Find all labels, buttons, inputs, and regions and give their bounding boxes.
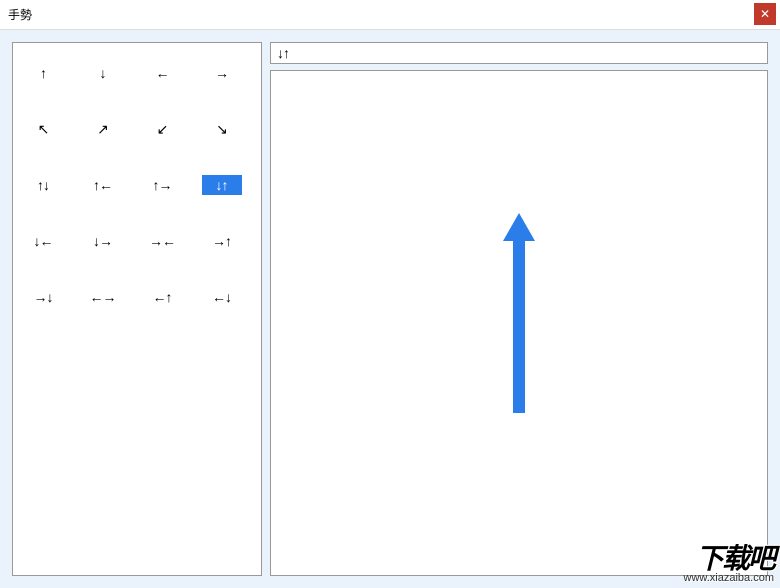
gesture-down-right[interactable]: ↘ — [202, 119, 242, 139]
gesture-down[interactable]: ↓ — [83, 63, 123, 83]
gesture-down-up[interactable]: ↓↑ — [202, 175, 242, 195]
gesture-down-left2[interactable]: ↓← — [23, 231, 63, 251]
preview-arrow-icon — [489, 213, 549, 413]
gesture-left-down[interactable]: ←↓ — [202, 287, 242, 307]
gesture-down-right2[interactable]: ↓→ — [83, 231, 123, 251]
titlebar: 手勢 ✕ — [0, 0, 780, 30]
gesture-right[interactable]: → — [202, 63, 242, 83]
content-area: ↑↓←→↖↗↙↘↑↓↑←↑→↓↑↓←↓→→←→↑→↓←→←↑←↓ ↓↑ — [0, 30, 780, 588]
close-icon: ✕ — [760, 8, 770, 20]
gesture-right-down[interactable]: →↓ — [23, 287, 63, 307]
selected-gesture-label: ↓↑ — [270, 42, 768, 64]
gesture-up-right[interactable]: ↗ — [83, 119, 123, 139]
gesture-up-down[interactable]: ↑↓ — [23, 175, 63, 195]
gesture-right-left[interactable]: →← — [142, 231, 182, 251]
preview-panel: ↓↑ — [270, 42, 768, 576]
gesture-down-left[interactable]: ↙ — [142, 119, 182, 139]
gesture-up-left2[interactable]: ↑← — [83, 175, 123, 195]
gesture-up[interactable]: ↑ — [23, 63, 63, 83]
gesture-left[interactable]: ← — [142, 63, 182, 83]
watermark: 下载吧 www.xiazaiba.com — [684, 545, 774, 584]
watermark-url: www.xiazaiba.com — [684, 573, 774, 584]
gesture-list-panel: ↑↓←→↖↗↙↘↑↓↑←↑→↓↑↓←↓→→←→↑→↓←→←↑←↓ — [12, 42, 262, 576]
gesture-grid: ↑↓←→↖↗↙↘↑↓↑←↑→↓↑↓←↓→→←→↑→↓←→←↑←↓ — [23, 63, 251, 307]
gesture-left-right[interactable]: ←→ — [83, 287, 123, 307]
watermark-text: 下载吧 — [684, 545, 774, 573]
gesture-up-left[interactable]: ↖ — [23, 119, 63, 139]
gesture-preview — [270, 70, 768, 576]
window-title: 手勢 — [8, 6, 32, 23]
gesture-right-up[interactable]: →↑ — [202, 231, 242, 251]
gesture-up-right2[interactable]: ↑→ — [142, 175, 182, 195]
gesture-left-up[interactable]: ←↑ — [142, 287, 182, 307]
close-button[interactable]: ✕ — [754, 3, 776, 25]
